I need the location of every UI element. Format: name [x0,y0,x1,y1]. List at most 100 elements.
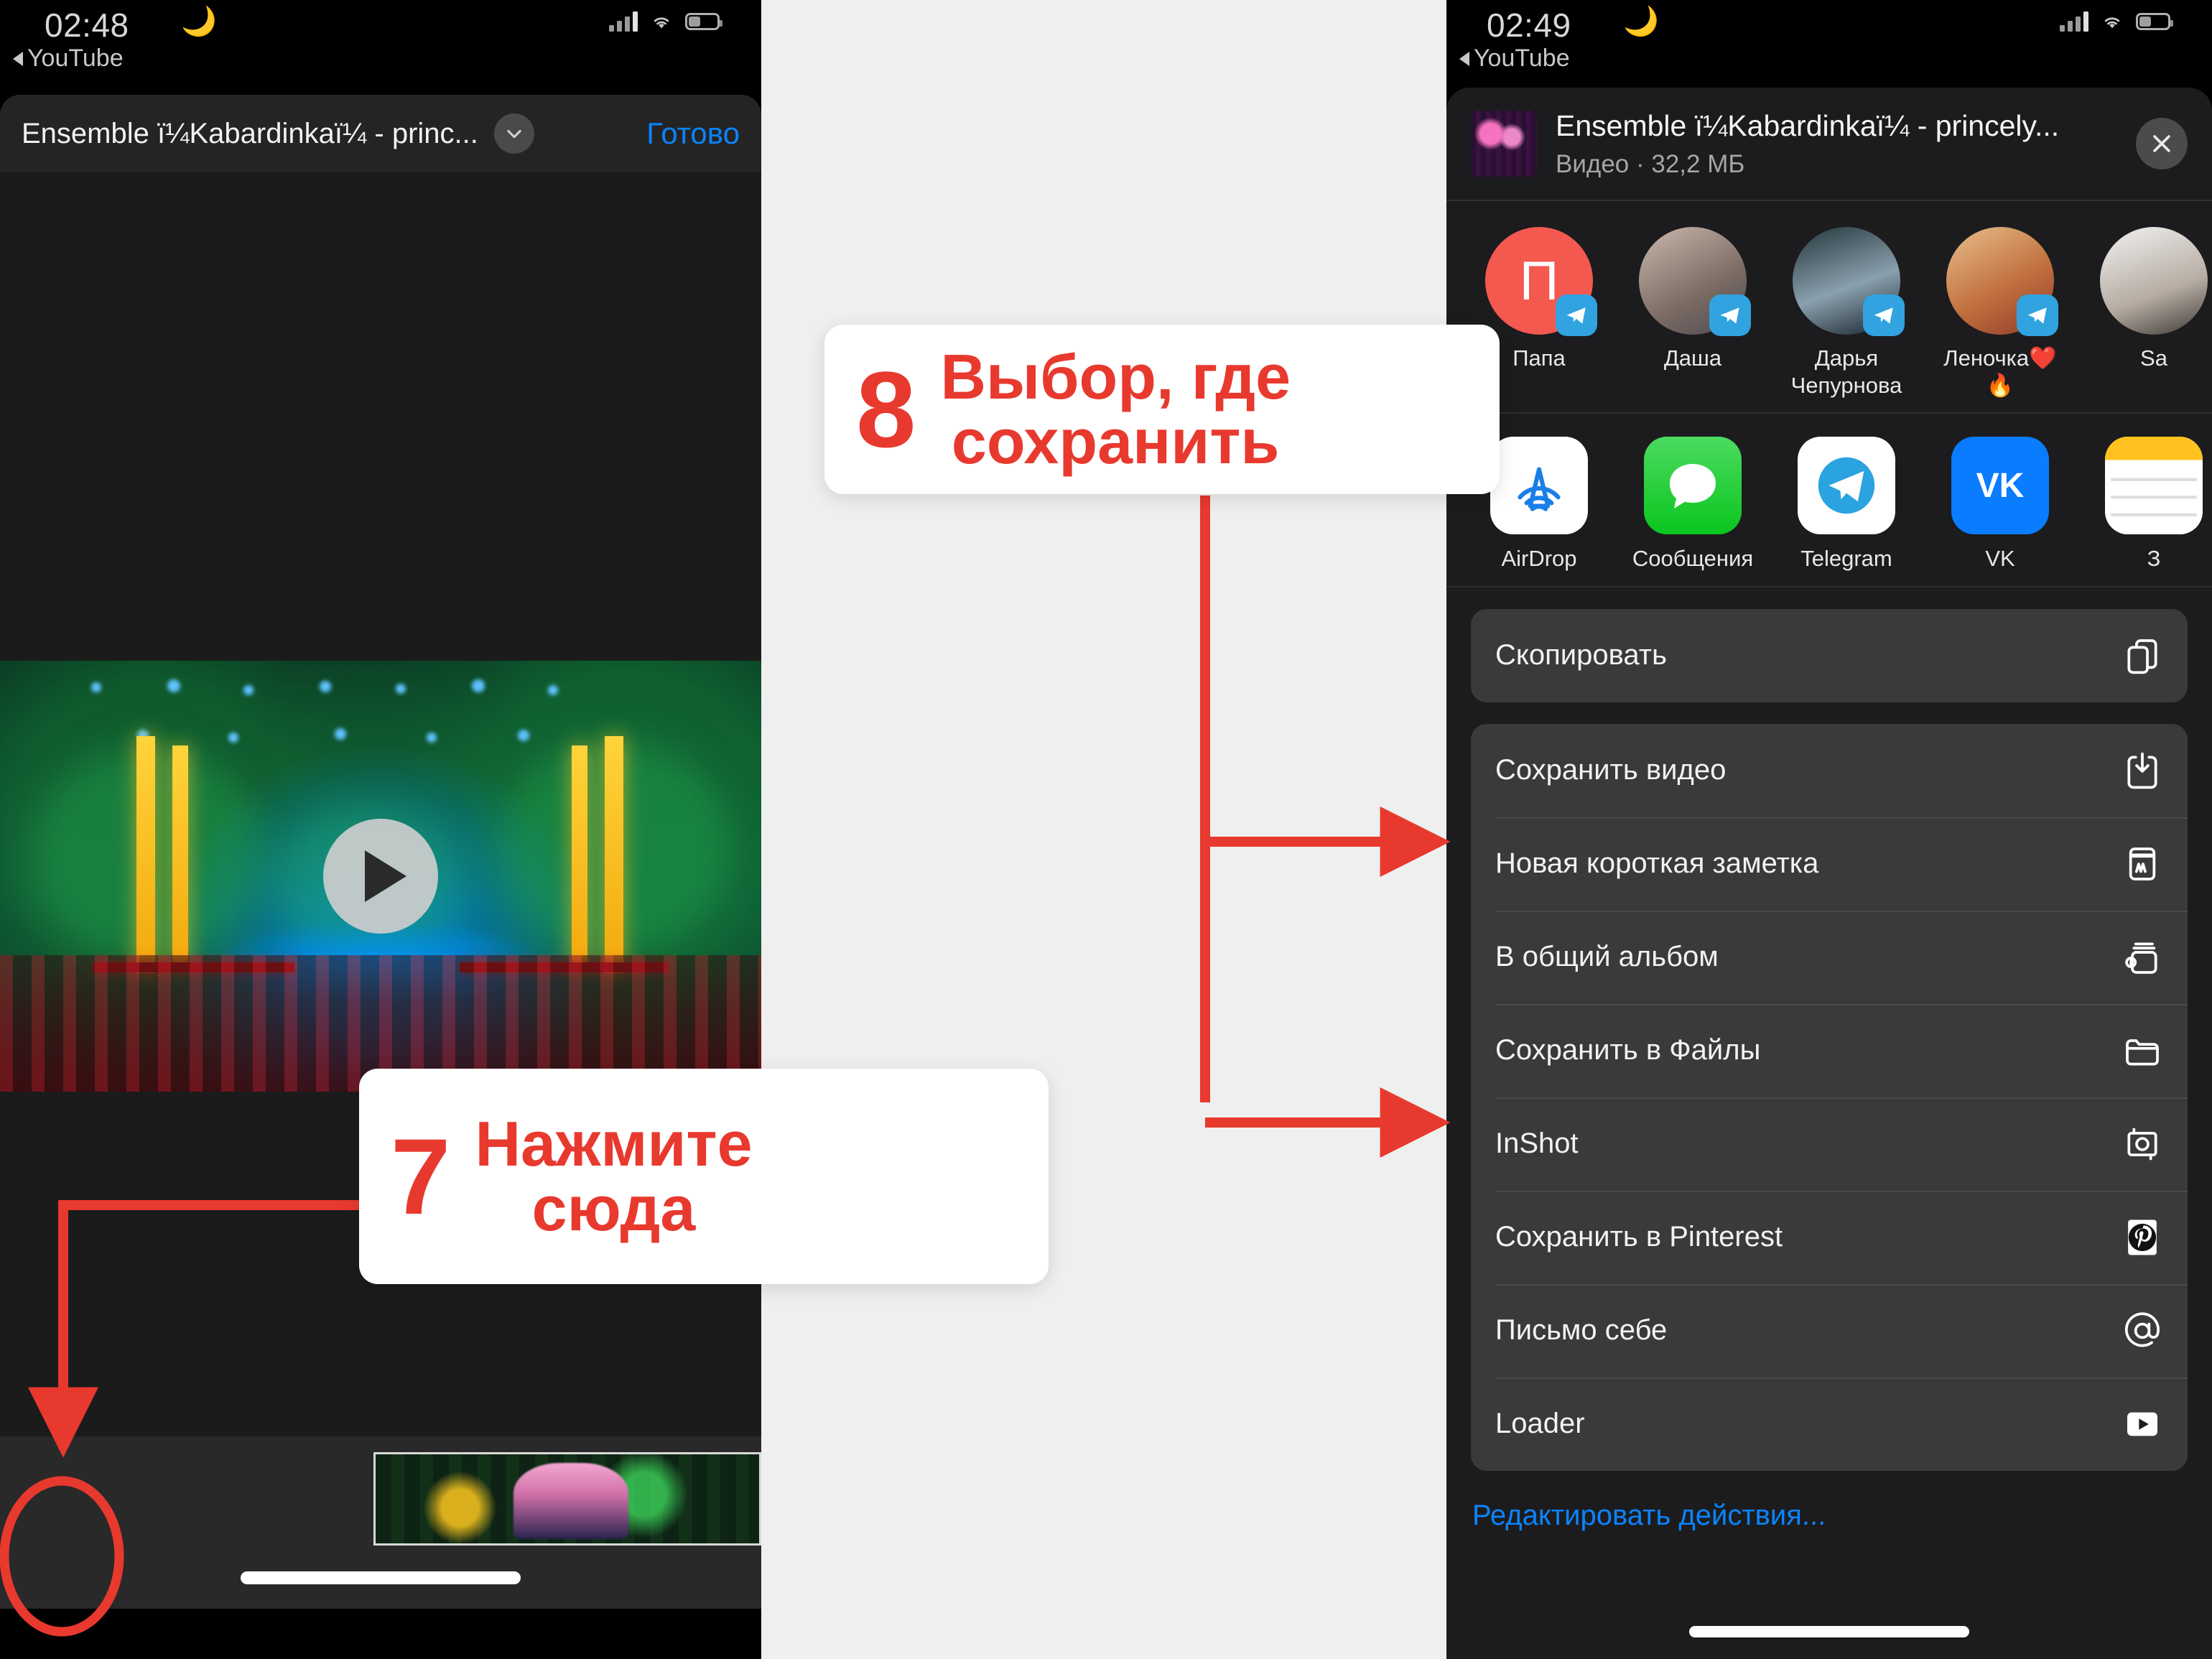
left-bottom-toolbar [0,1436,761,1609]
video-thumbnail [1471,111,1537,177]
airdrop-icon [1490,436,1588,534]
apps-row: AirDrop Сообщения Telegram VK VK З [1446,414,2212,587]
contact-name: Дарья Чепурнова [1790,345,1902,398]
status-time: 02:49 [1487,6,1571,44]
telegram-icon [1709,294,1751,336]
home-indicator [1689,1626,1969,1637]
share-sheet: Ensemble ï¼Kabardinkaï¼ - princely... Ви… [1446,88,2212,1659]
app-share-target[interactable]: VK VK [1933,436,2067,572]
folder-icon [2122,1030,2163,1072]
right-status-indicators [2060,11,2173,32]
messages-icon [1644,436,1742,534]
loader-play-icon [2122,1403,2163,1445]
action-label: Новая короткая заметка [1495,847,1819,880]
action-item-save-to-files[interactable]: Сохранить в Файлы [1471,1003,2188,1097]
action-item-save-to-pinterest[interactable]: Сохранить в Pinterest [1471,1190,2188,1284]
action-item-save-video[interactable]: Сохранить видео [1471,724,2188,817]
action-item-loader[interactable]: Loader [1471,1377,2188,1471]
done-button[interactable]: Готово [646,116,740,151]
copy-icon [2122,635,2163,677]
play-icon [365,850,406,902]
contact-name: Леночка❤️🔥 [1943,345,2057,398]
action-item-shared-album[interactable]: В общий альбом [1471,910,2188,1004]
app-name: AirDrop [1501,545,1577,571]
left-status-bar: 02:48 🌙 [0,0,761,45]
avatar-initial: П [1519,250,1559,312]
moon-icon: 🌙 [1623,6,1659,37]
contact-name: Даша [1663,345,1722,371]
telegram-icon [1556,294,1597,336]
cellular-signal-icon [2060,11,2088,32]
video-scrubber-thumbnail[interactable] [373,1452,761,1546]
back-to-youtube-link[interactable]: YouTube [1459,45,1570,73]
contact-share-target[interactable]: Дарья Чепурнова [1780,227,1913,399]
chevron-down-icon [507,129,521,139]
back-triangle-icon [13,51,23,66]
video-frame[interactable] [0,661,761,1092]
shared-album-icon [2122,937,2163,978]
pinterest-icon [2122,1217,2163,1258]
avatar-image [2100,227,2208,335]
contact-share-target[interactable]: Даша [1626,227,1760,399]
notes-icon [2105,436,2203,534]
app-share-target[interactable]: Сообщения [1626,436,1760,572]
left-phone-screen: 02:48 🌙 YouTube Ensemble ï¼Kabardinkaï¼ … [0,0,761,1659]
back-to-youtube-link[interactable]: YouTube [13,45,124,73]
screenshot-root: 02:48 🌙 YouTube Ensemble ï¼Kabardinkaï¼ … [0,0,2212,1659]
telegram-icon [2017,294,2058,336]
app-share-target[interactable]: Telegram [1780,436,1913,572]
right-phone-screen: 02:49 🌙 YouTube Ensemble ï¼Kabardinkaï¼ [1446,0,2212,1659]
action-label: Скопировать [1495,639,1667,672]
action-item-quick-note[interactable]: Новая короткая заметка [1471,817,2188,911]
left-title-bar: Ensemble ï¼Kabardinkaï¼ - princ... Готов… [0,95,761,172]
share-item-title: Ensemble ï¼Kabardinkaï¼ - princely... [1556,108,2060,142]
back-triangle-icon [1459,51,1469,66]
wifi-icon [654,17,669,29]
contacts-row: П Папа Даша Дарья Чепурнова Леночка❤️🔥 S… [1446,201,2212,414]
page-title: Ensemble ï¼Kabardinkaï¼ - princ... [22,117,478,149]
close-button[interactable] [2136,118,2188,169]
app-name: З [2147,545,2161,571]
app-share-target[interactable]: З [2087,436,2212,572]
play-button[interactable] [323,819,438,934]
scrubber-performers [514,1463,629,1539]
avatar: П [1485,227,1597,336]
stage-light-pillar [572,745,587,968]
action-label: Loader [1495,1408,1585,1440]
action-item-email-self[interactable]: Письмо себе [1471,1283,2188,1377]
stage-light-pillar [136,736,155,973]
telegram-icon [1798,436,1895,534]
action-group-destinations: Сохранить видео Новая короткая заметка В… [1471,723,2188,1471]
wifi-icon [2104,17,2120,29]
callout-step-7: 7 Нажмите сюда [359,1069,1049,1284]
action-label: Сохранить в Файлы [1495,1034,1761,1066]
share-sheet-meta: Ensemble ï¼Kabardinkaï¼ - princely... Ви… [1556,109,2123,179]
app-name: VK [1985,545,2015,571]
avatar [2100,227,2208,335]
back-link-label: YouTube [27,45,124,72]
contact-share-target[interactable]: Леночка❤️🔥 [1933,227,2067,399]
action-item-copy[interactable]: Скопировать [1471,609,2188,702]
callout-text: Выбор, где сохранить [940,341,1291,477]
contact-share-target[interactable]: Sa [2087,227,2212,399]
app-name: Сообщения [1632,545,1754,571]
left-status-indicators [609,11,722,32]
svg-text:VK: VK [1976,467,2025,505]
vk-icon: VK [1951,436,2049,534]
avatar [1639,227,1751,336]
inshot-icon [2122,1123,2163,1165]
avatar [1946,227,2058,336]
app-name: Telegram [1800,545,1892,571]
contact-name: Sa [2140,345,2167,371]
chevron-down-button[interactable] [493,113,534,154]
at-sign-icon [2122,1310,2163,1352]
stage-light-pillar [605,736,623,973]
edit-actions-link[interactable]: Редактировать действия... [1472,1500,2212,1532]
right-status-bar: 02:49 🌙 [1446,0,2212,45]
stage-light-pillar [172,745,188,968]
avatar [1793,227,1905,336]
callout-number: 7 [391,1116,451,1237]
action-group-copy: Скопировать [1471,608,2188,702]
action-item-inshot[interactable]: InShot [1471,1097,2188,1191]
status-time: 02:48 [45,6,129,44]
